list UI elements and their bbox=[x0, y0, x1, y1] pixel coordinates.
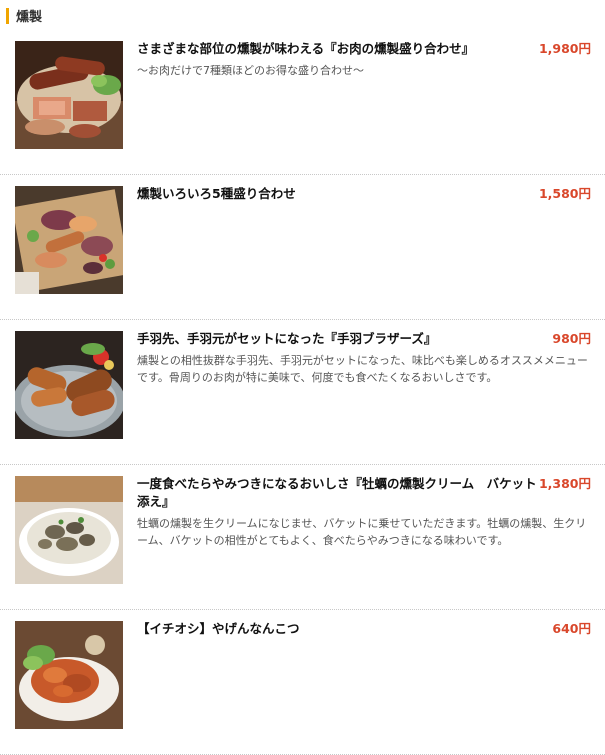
item-price: 1,380円 bbox=[538, 476, 591, 491]
menu-item[interactable]: さまざまな部位の燻製が味わえる『お肉の燻製盛り合わせ』 1,980円 ～お肉だけ… bbox=[0, 30, 605, 175]
menu-item[interactable]: 燻製いろいろ5種盛り合わせ 1,580円 bbox=[0, 175, 605, 320]
menu-item[interactable]: 【イチオシ】やげんなんこつ 640円 bbox=[0, 610, 605, 755]
menu-item[interactable]: 手羽先、手羽元がセットになった『手羽ブラザーズ』 980円 燻製との相性抜群な手… bbox=[0, 320, 605, 465]
section-title: 燻製 bbox=[16, 10, 43, 25]
section-accent-bar bbox=[6, 8, 9, 24]
item-name[interactable]: 手羽先、手羽元がセットになった『手羽ブラザーズ』 bbox=[137, 330, 537, 348]
chicken-wings-photo[interactable] bbox=[15, 331, 123, 439]
smoked-assortment-photo[interactable] bbox=[15, 186, 123, 294]
item-name[interactable]: 燻製いろいろ5種盛り合わせ bbox=[137, 185, 537, 203]
item-description: 燻製との相性抜群な手羽先、手羽元がセットになった、味比べも楽しめるオススメメニュ… bbox=[137, 354, 588, 384]
item-price: 1,580円 bbox=[538, 186, 591, 201]
item-price: 980円 bbox=[552, 331, 591, 346]
item-name[interactable]: 【イチオシ】やげんなんこつ bbox=[137, 620, 537, 638]
menu-item[interactable]: 一度食べたらやみつきになるおいしさ『牡蠣の燻製クリーム バケット添え』 1,38… bbox=[0, 465, 605, 610]
menu-list: さまざまな部位の燻製が味わえる『お肉の燻製盛り合わせ』 1,980円 ～お肉だけ… bbox=[0, 30, 605, 755]
item-description: 牡蠣の燻製を生クリームになじませ、バケットに乗せていただきます。牡蠣の燻製、生ク… bbox=[137, 517, 587, 547]
section-header: 燻製 bbox=[0, 0, 605, 30]
item-name[interactable]: 一度食べたらやみつきになるおいしさ『牡蠣の燻製クリーム バケット添え』 bbox=[137, 475, 537, 511]
smoked-meat-platter-photo[interactable] bbox=[15, 41, 123, 149]
item-description: ～お肉だけで7種類ほどのお得な盛り合わせ～ bbox=[137, 64, 364, 77]
oyster-cream-photo[interactable] bbox=[15, 476, 123, 584]
item-price: 640円 bbox=[552, 621, 591, 636]
item-price: 1,980円 bbox=[538, 41, 591, 56]
item-name[interactable]: さまざまな部位の燻製が味わえる『お肉の燻製盛り合わせ』 bbox=[137, 40, 537, 58]
cartilage-photo[interactable] bbox=[15, 621, 123, 729]
